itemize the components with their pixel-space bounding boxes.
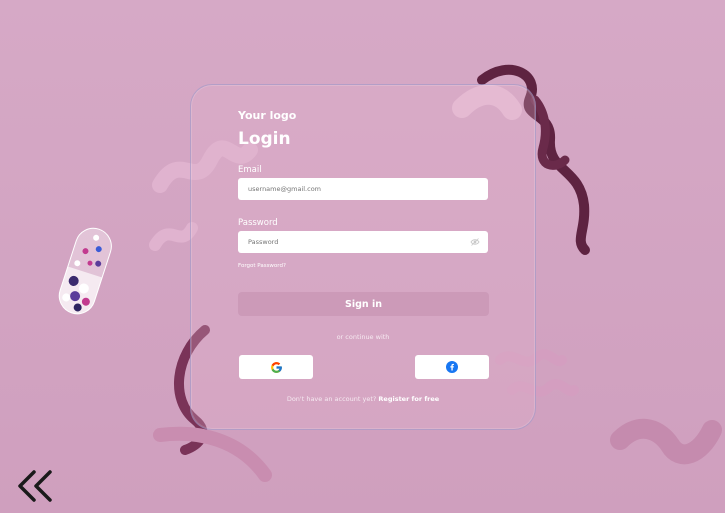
logo-text: Your logo xyxy=(238,109,297,122)
double-chevron-left-icon[interactable] xyxy=(14,468,56,504)
facebook-signin-button[interactable] xyxy=(415,355,489,379)
continue-with-text: or continue with xyxy=(336,333,390,341)
google-icon xyxy=(270,361,282,373)
login-card: Your logo Login Email Password Forgot Pa… xyxy=(190,84,536,430)
google-signin-button[interactable] xyxy=(239,355,313,379)
password-field xyxy=(238,231,488,253)
eye-icon[interactable] xyxy=(470,237,480,247)
register-link[interactable]: Register for free xyxy=(378,395,439,403)
register-prompt: Don't have an account yet? Register for … xyxy=(191,395,535,403)
sign-in-button[interactable]: Sign in xyxy=(238,292,489,316)
password-input[interactable] xyxy=(238,231,488,253)
register-prompt-text: Don't have an account yet? xyxy=(286,395,377,403)
email-label: Email xyxy=(238,165,262,175)
page-title: Login xyxy=(238,129,291,149)
email-input[interactable] xyxy=(238,178,488,200)
forgot-password-link[interactable]: Forgot Password? xyxy=(238,263,286,269)
password-label: Password xyxy=(238,218,278,228)
facebook-icon xyxy=(446,361,458,373)
